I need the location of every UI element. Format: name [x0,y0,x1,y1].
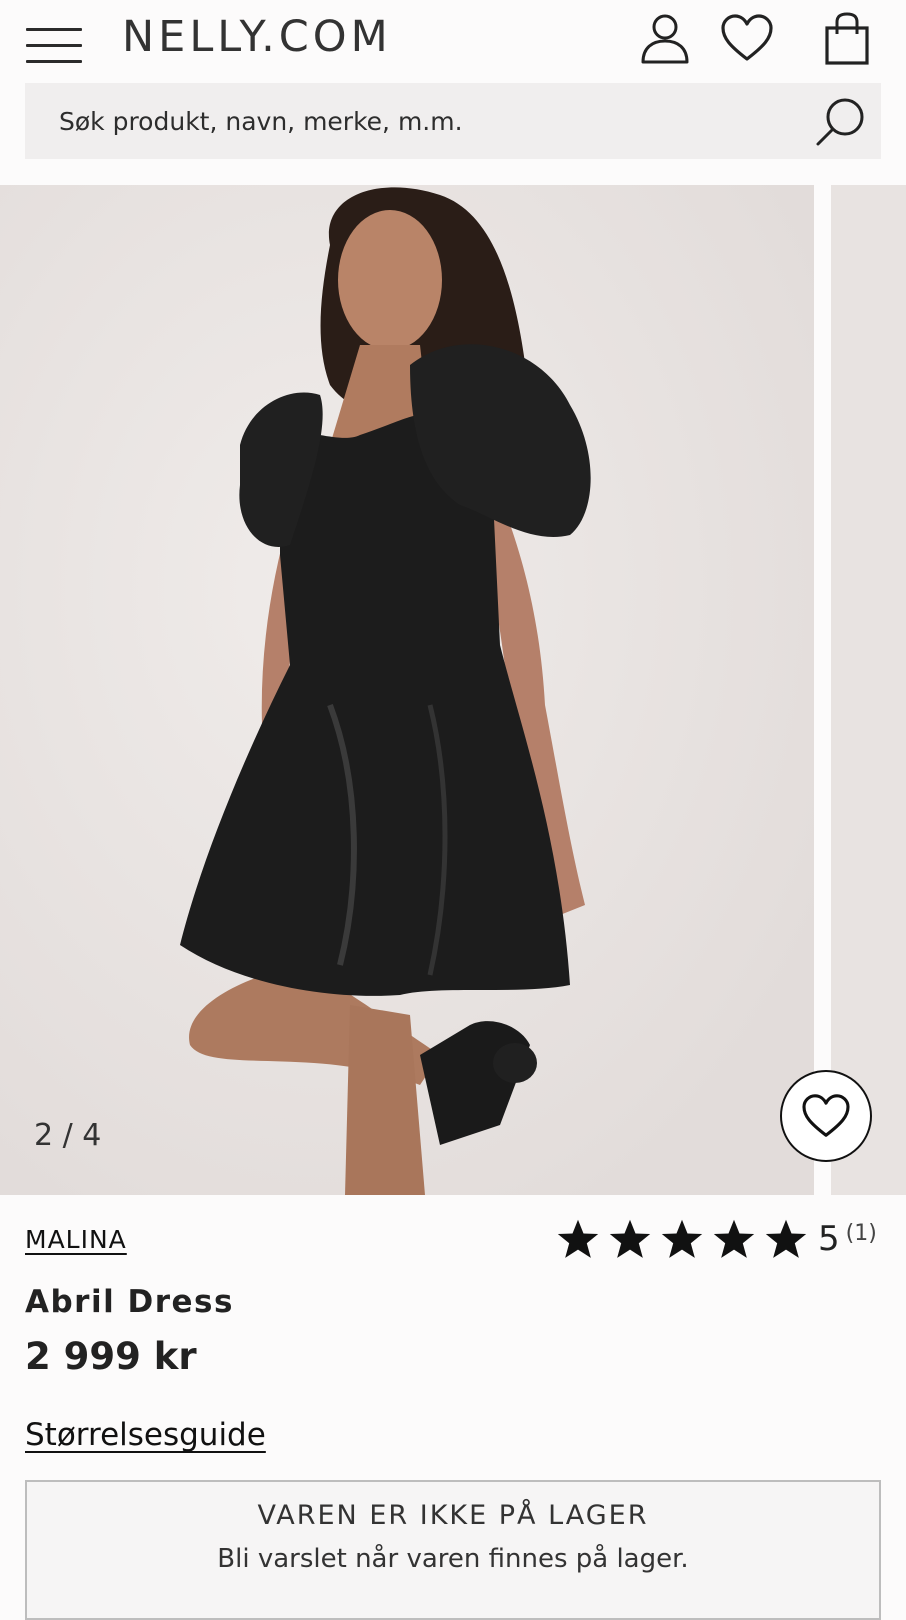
out-of-stock-title: VAREN ER IKKE PÅ LAGER [257,1500,649,1531]
star-icon [609,1219,651,1258]
add-to-wishlist-button[interactable] [780,1070,872,1162]
product-price: 2 999 kr [25,1335,197,1378]
star-icon [765,1219,807,1258]
shopping-bag-icon[interactable] [824,12,870,70]
next-product-photo[interactable] [831,185,906,1195]
product-name: Abril Dress [25,1284,234,1320]
size-guide-link[interactable]: Størrelsesguide [25,1417,266,1453]
rating-count: (1) [845,1220,877,1246]
heart-icon [802,1094,850,1137]
menu-icon[interactable] [26,16,84,63]
rating-value: 5 [818,1219,840,1259]
notify-me-text: Bli varslet når varen finnes på lager. [217,1544,689,1574]
product-rating[interactable]: 5 (1) [556,1214,877,1264]
model-illustration [0,185,814,1195]
account-icon[interactable] [640,12,690,68]
star-icon [713,1219,755,1258]
search-input[interactable] [25,83,805,159]
wishlist-heart-icon[interactable] [720,14,774,66]
product-photo[interactable] [0,185,814,1195]
site-header: NELLY.COM [0,0,906,80]
site-logo[interactable]: NELLY.COM [122,12,392,62]
search-icon[interactable] [813,95,867,153]
search-bar [25,83,881,159]
star-icon [661,1219,703,1258]
star-icon [557,1219,599,1258]
out-of-stock-notice[interactable]: VAREN ER IKKE PÅ LAGER Bli varslet når v… [25,1480,881,1620]
image-counter: 2 / 4 [34,1118,102,1153]
brand-link[interactable]: MALINA [25,1225,127,1254]
product-image-gallery[interactable] [0,185,906,1195]
